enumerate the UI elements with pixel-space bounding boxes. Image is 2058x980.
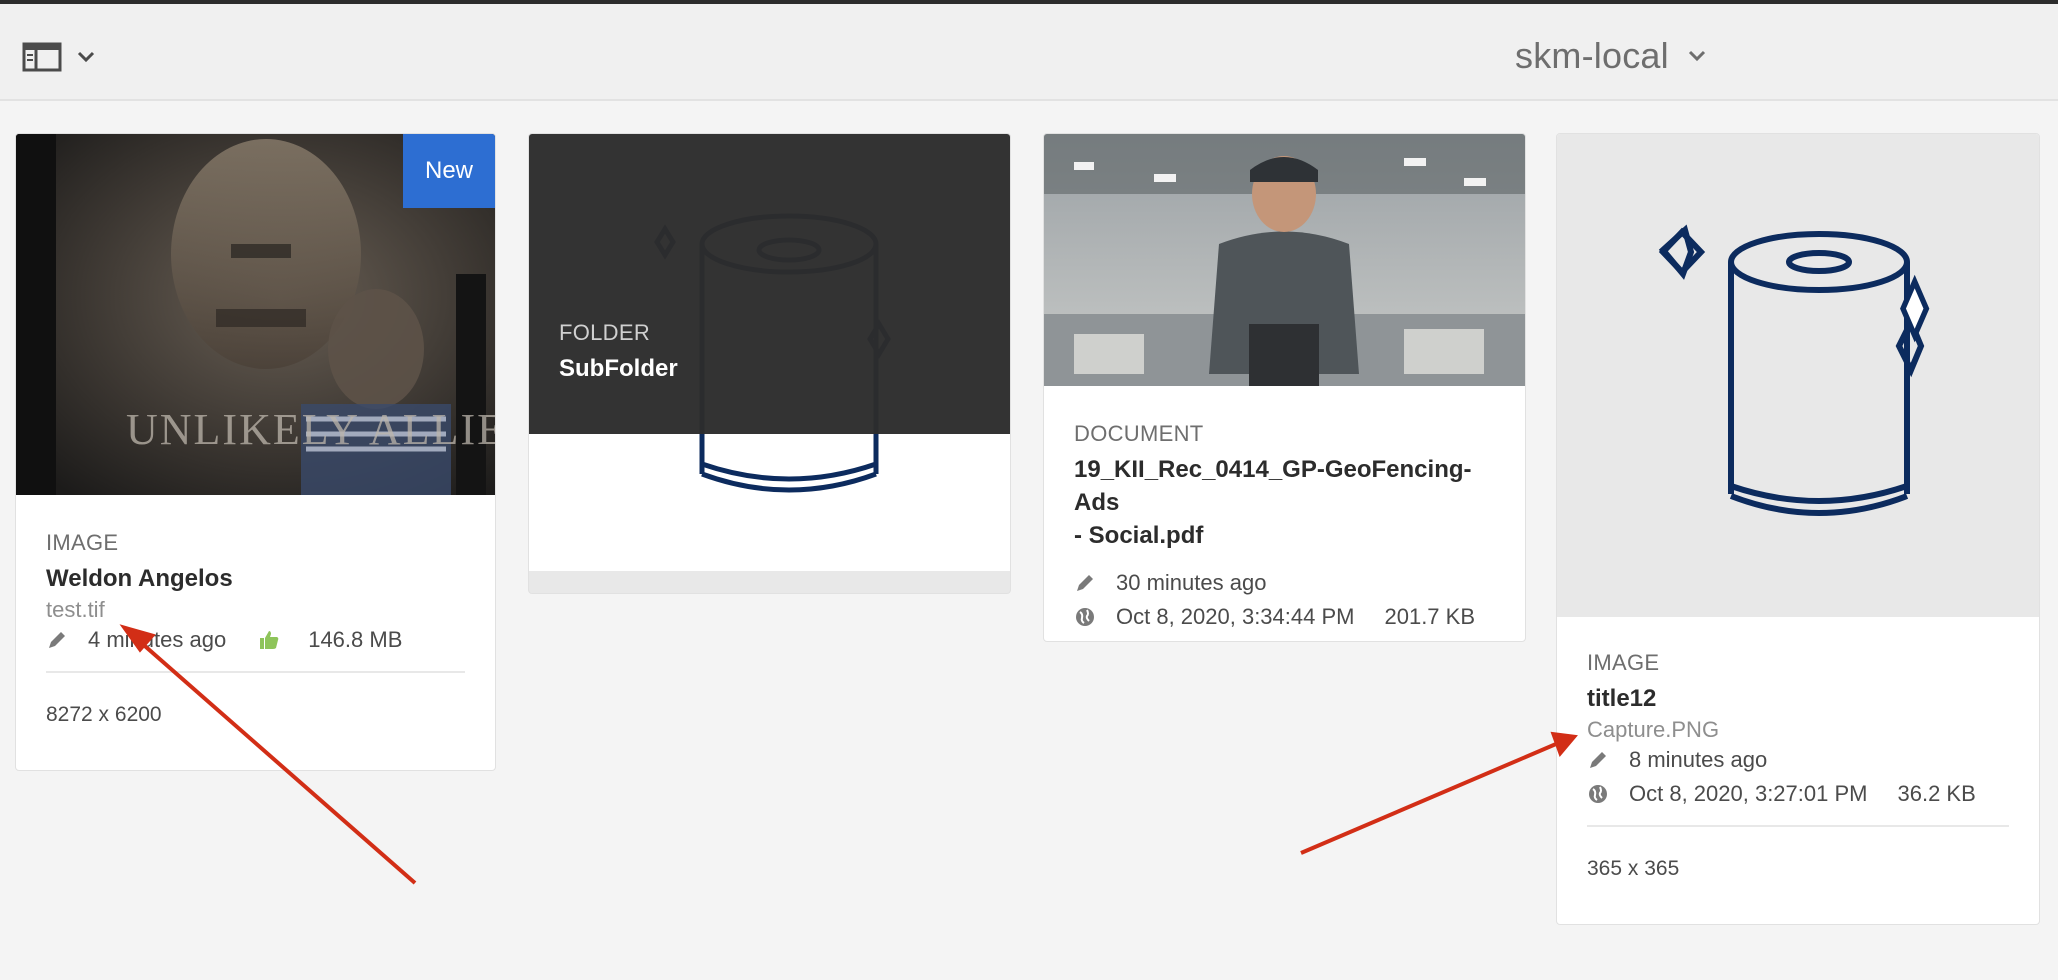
file-size: 146.8 MB bbox=[308, 627, 403, 652]
folder-title: SubFolder bbox=[559, 355, 678, 382]
asset-info: IMAGE Weldon Angelos test.tif 4 minutes … bbox=[46, 530, 465, 727]
asset-type: IMAGE bbox=[46, 530, 119, 555]
folder-overlay bbox=[529, 134, 1010, 434]
rail-toggle-button[interactable] bbox=[22, 38, 104, 76]
asset-card-title12[interactable]: IMAGE title12 Capture.PNG 8 minutes ago … bbox=[1556, 133, 2040, 925]
modified-time: 8 minutes ago bbox=[1629, 747, 1768, 772]
asset-title: title12 bbox=[1587, 685, 1657, 712]
chevron-down-icon bbox=[1688, 50, 1705, 62]
pencil-icon bbox=[1077, 575, 1093, 591]
asset-card-weldon-angelos[interactable]: UNLIKELY ALLIES New IMAGE Weldon Angelos… bbox=[15, 133, 496, 771]
divider bbox=[1587, 825, 2009, 827]
asset-title-line2: - Social.pdf bbox=[1074, 522, 1204, 549]
folder-card-subfolder[interactable]: FOLDER SubFolder bbox=[528, 133, 1011, 594]
asset-meta-row: 4 minutes ago 146.8 MB bbox=[46, 627, 465, 653]
published-date: Oct 8, 2020, 3:34:44 PM bbox=[1116, 604, 1355, 629]
asset-meta-row: 8 minutes ago bbox=[1587, 747, 2009, 773]
thumbs-up-icon bbox=[260, 631, 279, 649]
asset-meta-row: 30 minutes ago bbox=[1074, 570, 1495, 596]
file-size: 36.2 KB bbox=[1897, 781, 1976, 806]
pencil-icon bbox=[49, 632, 65, 648]
divider bbox=[46, 671, 465, 673]
pencil-icon bbox=[1590, 752, 1606, 768]
folder-info: FOLDER SubFolder bbox=[559, 320, 980, 385]
thumbnail-text: UNLIKELY ALLIES bbox=[126, 405, 496, 454]
asset-thumbnail bbox=[1557, 134, 2039, 617]
chevron-down-icon bbox=[77, 51, 95, 63]
asset-title-line1: 19_KII_Rec_0414_GP-GeoFencing-Ads bbox=[1074, 456, 1472, 516]
asset-card-document[interactable]: DOCUMENT 19_KII_Rec_0414_GP-GeoFencing-A… bbox=[1043, 133, 1526, 642]
globe-icon bbox=[1589, 785, 1607, 803]
asset-info: IMAGE title12 Capture.PNG 8 minutes ago … bbox=[1587, 650, 2009, 881]
repository-selector[interactable]: skm-local bbox=[1515, 30, 1707, 82]
asset-type: FOLDER bbox=[559, 320, 651, 345]
globe-icon bbox=[1076, 608, 1094, 626]
asset-thumbnail bbox=[1044, 134, 1525, 386]
image-dimensions: 365 x 365 bbox=[1587, 857, 1680, 880]
file-size: 201.7 KB bbox=[1384, 604, 1475, 629]
asset-type: DOCUMENT bbox=[1074, 421, 1204, 446]
asset-type: IMAGE bbox=[1587, 650, 1660, 675]
asset-title: Weldon Angelos bbox=[46, 565, 233, 592]
app-header: skm-local bbox=[0, 4, 2058, 101]
asset-publish-row: Oct 8, 2020, 3:27:01 PM 36.2 KB bbox=[1587, 781, 2009, 807]
rail-toggle-icon bbox=[22, 42, 62, 72]
asset-info: DOCUMENT 19_KII_Rec_0414_GP-GeoFencing-A… bbox=[1074, 421, 1495, 630]
modified-time: 4 minutes ago bbox=[88, 627, 227, 652]
asset-placeholder-icon bbox=[1658, 224, 1925, 516]
annotation-arrow-right bbox=[1300, 731, 1578, 855]
asset-publish-row: Oct 8, 2020, 3:34:44 PM 201.7 KB bbox=[1074, 604, 1495, 630]
published-date: Oct 8, 2020, 3:27:01 PM bbox=[1629, 781, 1868, 806]
new-badge: New bbox=[403, 134, 495, 208]
image-dimensions: 8272 x 6200 bbox=[46, 703, 162, 726]
modified-time: 30 minutes ago bbox=[1116, 570, 1267, 595]
asset-filename: test.tif bbox=[46, 597, 105, 622]
repository-name: skm-local bbox=[1515, 35, 1669, 76]
asset-filename: Capture.PNG bbox=[1587, 717, 1720, 742]
